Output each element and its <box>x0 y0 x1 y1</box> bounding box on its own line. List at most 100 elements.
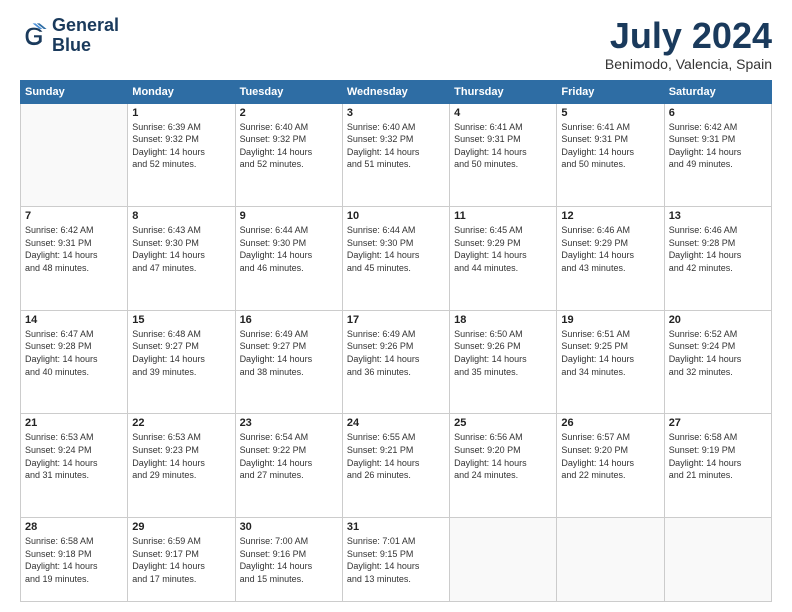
day-number: 27 <box>669 417 767 429</box>
day-info: Sunrise: 6:58 AM Sunset: 9:19 PM Dayligh… <box>669 431 767 481</box>
logo-line2: Blue <box>52 36 119 56</box>
calendar-cell: 25 Sunrise: 6:56 AM Sunset: 9:20 PM Dayli… <box>450 414 557 518</box>
calendar-table: Sunday Monday Tuesday Wednesday Thursday… <box>20 80 772 602</box>
calendar-cell: 13Sunrise: 6:46 AM Sunset: 9:28 PM Dayli… <box>664 207 771 311</box>
col-thursday: Thursday <box>450 80 557 103</box>
day-info: Sunrise: 6:59 AM Sunset: 9:17 PM Dayligh… <box>132 535 230 585</box>
col-tuesday: Tuesday <box>235 80 342 103</box>
day-number: 28 <box>25 521 123 533</box>
calendar-cell: 6 Sunrise: 6:42 AM Sunset: 9:31 PM Daylig… <box>664 103 771 207</box>
calendar-cell: 4 Sunrise: 6:41 AM Sunset: 9:31 PM Daylig… <box>450 103 557 207</box>
calendar-cell: 30 Sunrise: 7:00 AM Sunset: 9:16 PM Dayli… <box>235 517 342 601</box>
day-number: 30 <box>240 521 338 533</box>
day-number: 5 <box>561 107 659 119</box>
day-info: Sunrise: 6:52 AM Sunset: 9:24 PM Dayligh… <box>669 328 767 378</box>
calendar-cell: 21 Sunrise: 6:53 AM Sunset: 9:24 PM Dayli… <box>21 414 128 518</box>
header-row: Sunday Monday Tuesday Wednesday Thursday… <box>21 80 772 103</box>
day-number: 21 <box>25 417 123 429</box>
day-info: Sunrise: 6:41 AM Sunset: 9:31 PM Dayligh… <box>561 121 659 171</box>
day-info: Sunrise: 6:57 AM Sunset: 9:20 PM Dayligh… <box>561 431 659 481</box>
calendar-cell: 5 Sunrise: 6:41 AM Sunset: 9:31 PM Daylig… <box>557 103 664 207</box>
header: General Blue July 2024 Benimodo, Valenci… <box>20 16 772 72</box>
day-number: 20 <box>669 314 767 326</box>
calendar-cell: 2Sunrise: 6:40 AM Sunset: 9:32 PM Daylig… <box>235 103 342 207</box>
day-info: Sunrise: 6:58 AM Sunset: 9:18 PM Dayligh… <box>25 535 123 585</box>
day-info: Sunrise: 6:56 AM Sunset: 9:20 PM Dayligh… <box>454 431 552 481</box>
calendar-cell: 9 Sunrise: 6:44 AM Sunset: 9:30 PM Daylig… <box>235 207 342 311</box>
day-info: Sunrise: 6:39 AM Sunset: 9:32 PM Dayligh… <box>132 121 230 171</box>
calendar-week-2: 14 Sunrise: 6:47 AM Sunset: 9:28 PM Dayli… <box>21 310 772 414</box>
day-info: Sunrise: 6:51 AM Sunset: 9:25 PM Dayligh… <box>561 328 659 378</box>
day-info: Sunrise: 6:53 AM Sunset: 9:24 PM Dayligh… <box>25 431 123 481</box>
day-info: Sunrise: 6:53 AM Sunset: 9:23 PM Dayligh… <box>132 431 230 481</box>
calendar-cell: 15 Sunrise: 6:48 AM Sunset: 9:27 PM Dayli… <box>128 310 235 414</box>
calendar-cell: 20 Sunrise: 6:52 AM Sunset: 9:24 PM Dayli… <box>664 310 771 414</box>
day-number: 12 <box>561 210 659 222</box>
calendar-cell: 16Sunrise: 6:49 AM Sunset: 9:27 PM Dayli… <box>235 310 342 414</box>
calendar-cell <box>557 517 664 601</box>
col-saturday: Saturday <box>664 80 771 103</box>
day-info: Sunrise: 6:42 AM Sunset: 9:31 PM Dayligh… <box>669 121 767 171</box>
calendar-cell: 27 Sunrise: 6:58 AM Sunset: 9:19 PM Dayli… <box>664 414 771 518</box>
day-number: 10 <box>347 210 445 222</box>
logo-text: General Blue <box>52 16 119 56</box>
calendar-cell: 23 Sunrise: 6:54 AM Sunset: 9:22 PM Dayli… <box>235 414 342 518</box>
calendar-cell: 28 Sunrise: 6:58 AM Sunset: 9:18 PM Dayli… <box>21 517 128 601</box>
day-info: Sunrise: 6:43 AM Sunset: 9:30 PM Dayligh… <box>132 224 230 274</box>
calendar-cell: 14 Sunrise: 6:47 AM Sunset: 9:28 PM Dayli… <box>21 310 128 414</box>
day-number: 6 <box>669 107 767 119</box>
day-number: 15 <box>132 314 230 326</box>
day-number: 9 <box>240 210 338 222</box>
calendar-cell: 18 Sunrise: 6:50 AM Sunset: 9:26 PM Dayli… <box>450 310 557 414</box>
day-info: Sunrise: 6:46 AM Sunset: 9:28 PM Dayligh… <box>669 224 767 274</box>
day-info: Sunrise: 7:01 AM Sunset: 9:15 PM Dayligh… <box>347 535 445 585</box>
day-number: 4 <box>454 107 552 119</box>
day-info: Sunrise: 6:41 AM Sunset: 9:31 PM Dayligh… <box>454 121 552 171</box>
day-info: Sunrise: 6:47 AM Sunset: 9:28 PM Dayligh… <box>25 328 123 378</box>
title-area: July 2024 Benimodo, Valencia, Spain <box>605 16 772 72</box>
page: General Blue July 2024 Benimodo, Valenci… <box>0 0 792 612</box>
day-number: 22 <box>132 417 230 429</box>
calendar-cell: 19 Sunrise: 6:51 AM Sunset: 9:25 PM Dayli… <box>557 310 664 414</box>
day-number: 2 <box>240 107 338 119</box>
col-friday: Friday <box>557 80 664 103</box>
day-number: 17 <box>347 314 445 326</box>
day-number: 11 <box>454 210 552 222</box>
day-info: Sunrise: 6:46 AM Sunset: 9:29 PM Dayligh… <box>561 224 659 274</box>
col-sunday: Sunday <box>21 80 128 103</box>
day-info: Sunrise: 6:40 AM Sunset: 9:32 PM Dayligh… <box>347 121 445 171</box>
day-number: 19 <box>561 314 659 326</box>
calendar-cell: 26Sunrise: 6:57 AM Sunset: 9:20 PM Dayli… <box>557 414 664 518</box>
calendar-cell: 29 Sunrise: 6:59 AM Sunset: 9:17 PM Dayli… <box>128 517 235 601</box>
logo-icon <box>20 22 48 50</box>
day-number: 3 <box>347 107 445 119</box>
day-info: Sunrise: 6:44 AM Sunset: 9:30 PM Dayligh… <box>240 224 338 274</box>
day-number: 1 <box>132 107 230 119</box>
calendar-cell: 22 Sunrise: 6:53 AM Sunset: 9:23 PM Dayli… <box>128 414 235 518</box>
day-number: 29 <box>132 521 230 533</box>
calendar-cell: 7Sunrise: 6:42 AM Sunset: 9:31 PM Daylig… <box>21 207 128 311</box>
day-info: Sunrise: 6:45 AM Sunset: 9:29 PM Dayligh… <box>454 224 552 274</box>
day-number: 18 <box>454 314 552 326</box>
calendar-cell: 3 Sunrise: 6:40 AM Sunset: 9:32 PM Daylig… <box>342 103 449 207</box>
day-info: Sunrise: 6:54 AM Sunset: 9:22 PM Dayligh… <box>240 431 338 481</box>
col-monday: Monday <box>128 80 235 103</box>
day-info: Sunrise: 6:50 AM Sunset: 9:26 PM Dayligh… <box>454 328 552 378</box>
col-wednesday: Wednesday <box>342 80 449 103</box>
day-info: Sunrise: 6:55 AM Sunset: 9:21 PM Dayligh… <box>347 431 445 481</box>
subtitle: Benimodo, Valencia, Spain <box>605 56 772 72</box>
day-info: Sunrise: 7:00 AM Sunset: 9:16 PM Dayligh… <box>240 535 338 585</box>
calendar-week-0: 1 Sunrise: 6:39 AM Sunset: 9:32 PM Daylig… <box>21 103 772 207</box>
day-number: 25 <box>454 417 552 429</box>
day-info: Sunrise: 6:49 AM Sunset: 9:27 PM Dayligh… <box>240 328 338 378</box>
day-number: 14 <box>25 314 123 326</box>
calendar-week-1: 7Sunrise: 6:42 AM Sunset: 9:31 PM Daylig… <box>21 207 772 311</box>
day-info: Sunrise: 6:42 AM Sunset: 9:31 PM Dayligh… <box>25 224 123 274</box>
calendar-cell: 24Sunrise: 6:55 AM Sunset: 9:21 PM Dayli… <box>342 414 449 518</box>
logo: General Blue <box>20 16 119 56</box>
day-info: Sunrise: 6:49 AM Sunset: 9:26 PM Dayligh… <box>347 328 445 378</box>
calendar-week-3: 21 Sunrise: 6:53 AM Sunset: 9:24 PM Dayli… <box>21 414 772 518</box>
calendar-cell: 1 Sunrise: 6:39 AM Sunset: 9:32 PM Daylig… <box>128 103 235 207</box>
day-info: Sunrise: 6:48 AM Sunset: 9:27 PM Dayligh… <box>132 328 230 378</box>
day-number: 23 <box>240 417 338 429</box>
